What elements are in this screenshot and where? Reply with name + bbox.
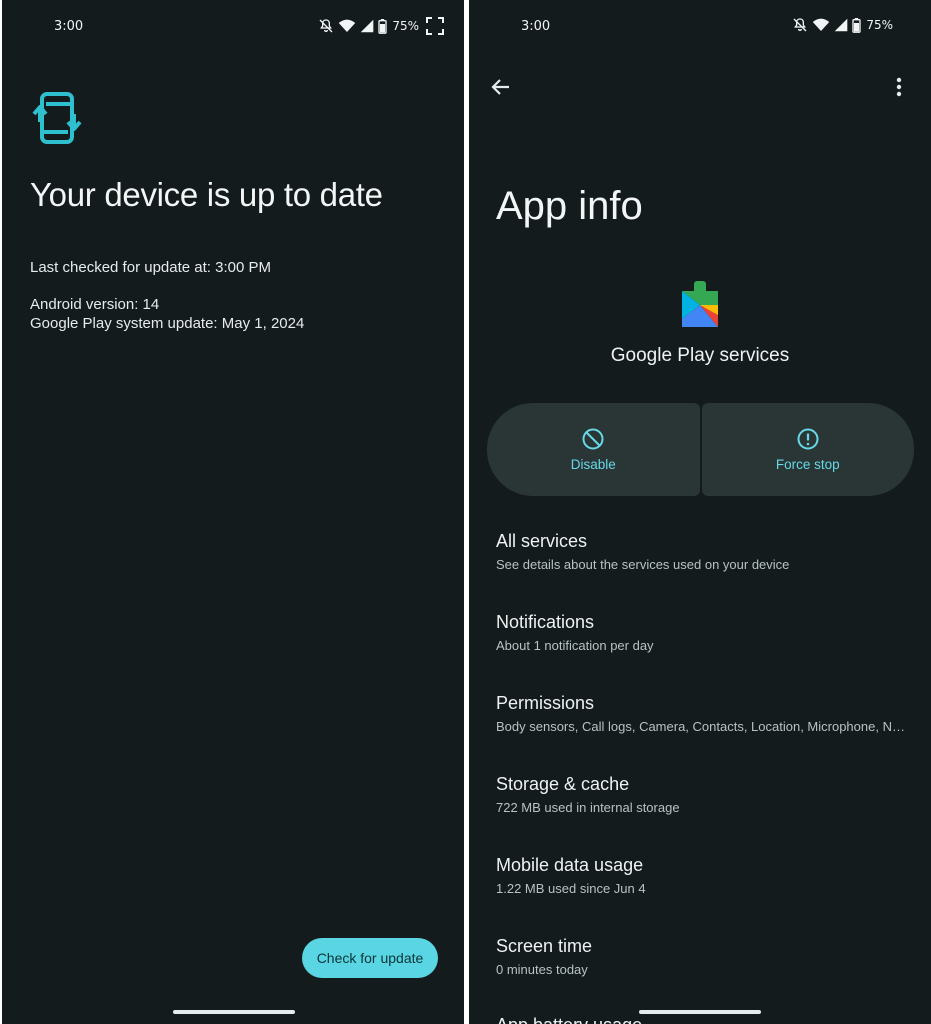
storage-cache-item[interactable]: Storage & cache 722 MB used in internal … xyxy=(496,774,916,815)
settings-item-summary: 0 minutes today xyxy=(496,962,588,977)
signal-icon xyxy=(361,19,374,33)
settings-item-summary: 722 MB used in internal storage xyxy=(496,800,680,815)
app-battery-usage-item[interactable]: App battery usage xyxy=(496,1015,916,1024)
wifi-icon xyxy=(813,18,830,31)
notifications-item[interactable]: Notifications About 1 notification per d… xyxy=(496,612,916,653)
permissions-item[interactable]: Permissions Body sensors, Call logs, Cam… xyxy=(496,693,912,734)
page-title: Your device is up to date xyxy=(30,176,383,213)
mobile-data-usage-item[interactable]: Mobile data usage 1.22 MB used since Jun… xyxy=(496,855,916,896)
settings-item-summary: 1.22 MB used since Jun 4 xyxy=(496,881,646,896)
settings-item-summary: About 1 notification per day xyxy=(496,638,654,653)
app-action-buttons: Disable Force stop xyxy=(487,403,914,496)
check-for-update-button[interactable]: Check for update xyxy=(302,938,438,978)
settings-item-title: Storage & cache xyxy=(496,774,630,794)
status-bar: 3:00 75% xyxy=(2,0,464,54)
battery-icon xyxy=(852,17,861,33)
screen-time-item[interactable]: Screen time 0 minutes today xyxy=(496,936,916,977)
signal-icon xyxy=(835,18,848,32)
app-info-screen: 3:00 75% App info Google Play services D… xyxy=(469,0,931,1024)
settings-item-title: Permissions xyxy=(496,693,595,713)
back-arrow-icon[interactable] xyxy=(489,75,513,99)
status-icons: 75% xyxy=(792,17,893,33)
google-play-services-logo xyxy=(682,281,718,327)
settings-item-title: Notifications xyxy=(496,612,595,632)
wifi-icon xyxy=(339,19,356,32)
settings-item-title: Mobile data usage xyxy=(496,855,644,875)
mute-icon xyxy=(793,18,807,32)
gesture-nav-handle[interactable] xyxy=(639,1010,761,1014)
android-version-text: Android version: 14 xyxy=(30,296,160,313)
settings-item-summary: See details about the services used on y… xyxy=(496,557,790,572)
force-stop-label: Force stop xyxy=(775,457,840,472)
app-name: Google Play services xyxy=(610,345,790,366)
battery-percent: 75% xyxy=(866,18,893,32)
status-time: 3:00 xyxy=(521,19,551,34)
status-time: 3:00 xyxy=(54,19,84,34)
force-stop-icon xyxy=(797,428,819,450)
settings-item-title: App battery usage xyxy=(496,1015,916,1024)
page-title: App info xyxy=(496,184,643,228)
disable-label: Disable xyxy=(570,457,616,472)
force-stop-button[interactable]: Force stop xyxy=(701,403,914,496)
system-update-icon xyxy=(32,92,82,144)
status-icons: 75% xyxy=(318,17,444,35)
screenshot-frame-icon xyxy=(426,17,444,35)
disable-button[interactable]: Disable xyxy=(487,403,700,496)
settings-item-title: All services xyxy=(496,531,588,551)
last-checked-text: Last checked for update at: 3:00 PM xyxy=(30,259,271,276)
play-system-update-text: Google Play system update: May 1, 2024 xyxy=(30,315,305,332)
system-update-screen: 3:00 75% Your device is up to date Last … xyxy=(2,0,464,1024)
gesture-nav-handle[interactable] xyxy=(173,1010,295,1014)
settings-item-title: Screen time xyxy=(496,936,593,956)
all-services-item[interactable]: All services See details about the servi… xyxy=(496,531,916,572)
settings-item-summary: Body sensors, Call logs, Camera, Contact… xyxy=(496,719,912,734)
more-options-icon[interactable] xyxy=(887,75,911,99)
disable-icon xyxy=(582,428,604,450)
battery-icon xyxy=(378,18,387,34)
battery-percent: 75% xyxy=(392,19,419,33)
mute-icon xyxy=(319,19,333,33)
status-bar: 3:00 75% xyxy=(469,0,931,54)
